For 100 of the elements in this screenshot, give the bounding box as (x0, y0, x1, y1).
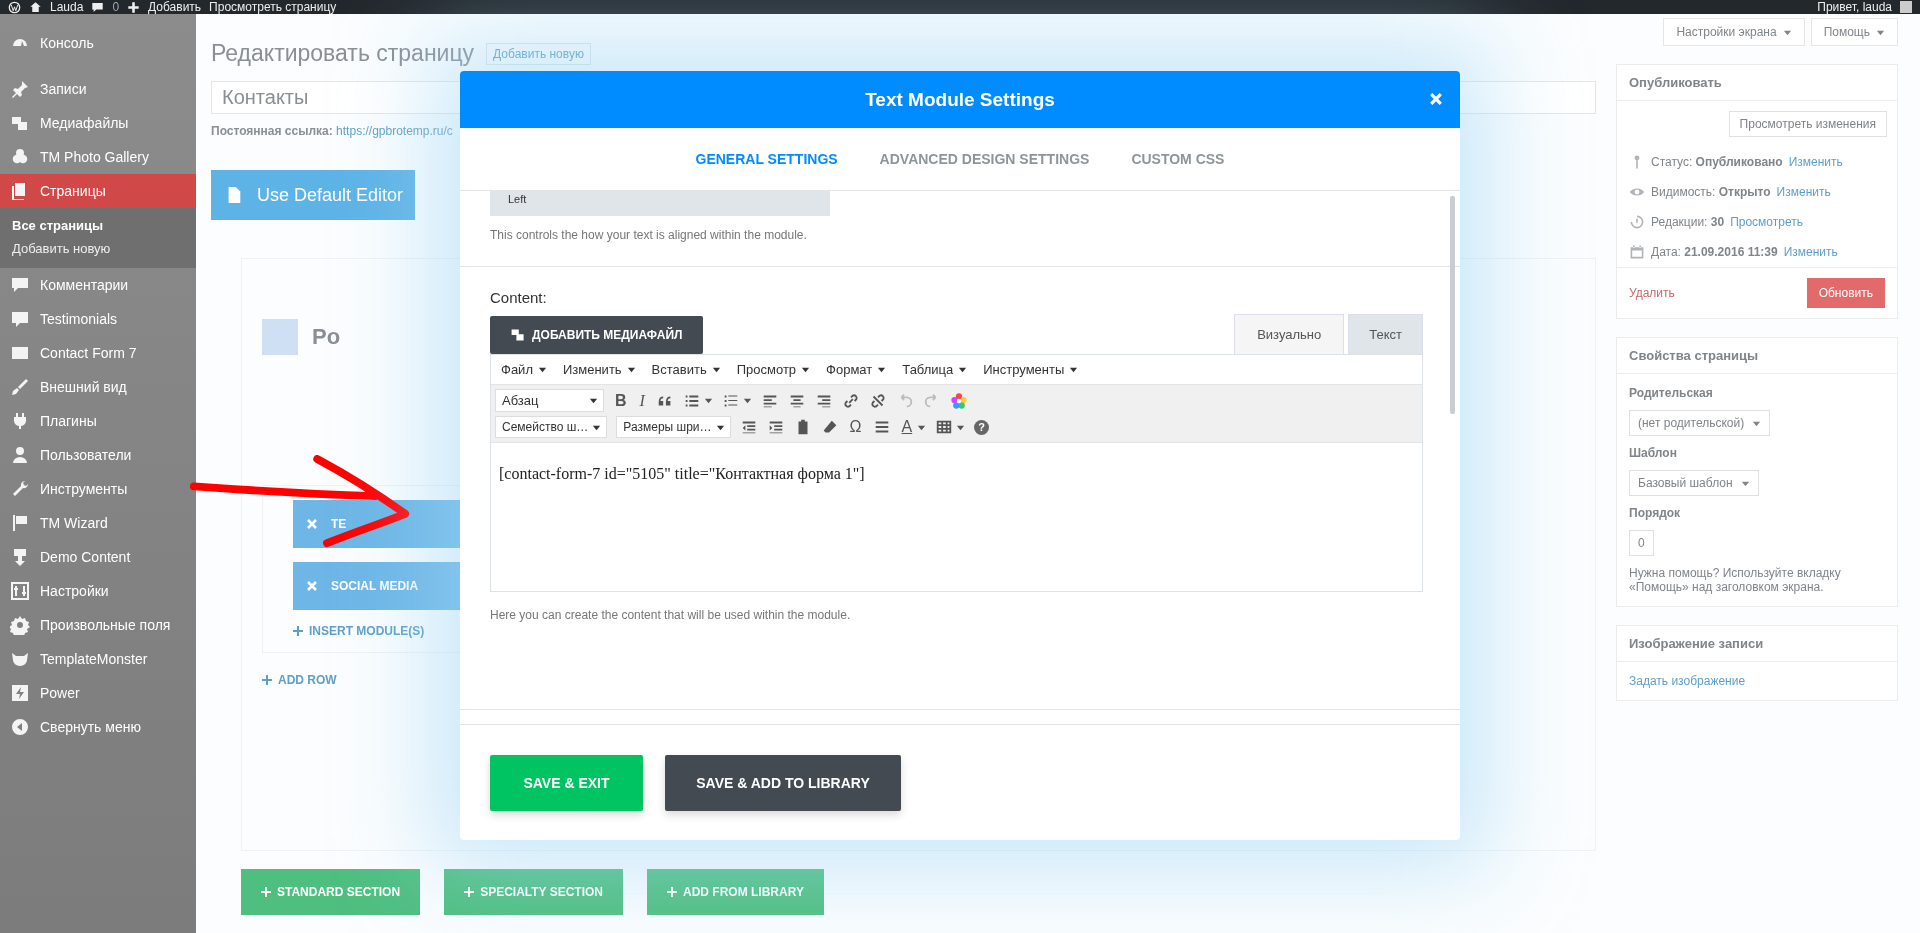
settings-tab[interactable]: CUSTOM CSS (1131, 151, 1225, 167)
alignment-select[interactable]: Left (490, 191, 830, 216)
add-media-button[interactable]: ДОБАВИТЬ МЕДИАФАЙЛ (490, 316, 703, 354)
settings-icon (10, 581, 30, 601)
screen-options-button[interactable]: Помощь (1810, 18, 1898, 46)
edit-link[interactable]: Изменить (1776, 185, 1831, 199)
default-editor-button[interactable]: Use Default Editor (211, 170, 415, 220)
table-icon[interactable] (935, 418, 954, 436)
sidebar-item[interactable]: Свернуть меню (0, 710, 196, 744)
save-button[interactable]: SAVE & EXIT (490, 754, 643, 811)
caret-icon[interactable] (1069, 365, 1079, 374)
view-page-link[interactable]: Просмотреть страницу (209, 0, 337, 14)
field-label: Content: (490, 289, 548, 306)
field-label: Шаблон (1629, 446, 1677, 460)
sidebar-item[interactable]: Настройки (0, 574, 196, 608)
permalink-link[interactable]: https://gpbrotemp.ru/c (336, 124, 453, 138)
comment-icon[interactable] (91, 0, 105, 14)
parent-select[interactable]: (нет родительской) (1629, 410, 1771, 436)
editor-menu[interactable]: Изменить (562, 362, 636, 377)
set-image-link[interactable]: Задать изображение (1629, 674, 1746, 688)
editor-tab[interactable]: Текст (1348, 314, 1423, 354)
sidebar-item[interactable]: Testimonials (0, 302, 196, 336)
sidebar-item[interactable]: TM Wizard (0, 506, 196, 540)
sidebar-item[interactable]: Комментарии (0, 268, 196, 302)
sidebar-item[interactable]: Внешний вид (0, 370, 196, 404)
editor-menu[interactable]: Формат (826, 362, 887, 377)
sidebar-item[interactable]: TemplateMonster (0, 642, 196, 676)
caret-icon[interactable] (626, 365, 636, 374)
delete-link[interactable]: Удалить (1629, 286, 1675, 300)
close-icon[interactable] (1428, 91, 1444, 107)
caret-icon[interactable] (711, 365, 721, 374)
sidebar-item[interactable]: TM Photo Gallery (0, 140, 196, 174)
add-section-button[interactable]: ADD FROM LIBRARY (647, 869, 824, 915)
wordpress-logo-icon[interactable] (8, 0, 21, 14)
sidebar-item[interactable]: Contact Form 7 (0, 336, 196, 370)
caret-icon[interactable] (958, 365, 968, 374)
flower-icon[interactable] (949, 391, 968, 410)
sidebar-item[interactable]: Demo Content (0, 540, 196, 574)
order-field[interactable]: 0 (1629, 530, 1654, 556)
plus-icon[interactable] (127, 0, 141, 14)
page-heading: Редактировать страницу (211, 40, 475, 67)
sidebar-item[interactable]: Консоль (0, 26, 196, 60)
greeting-link[interactable]: Привет, lauda (1817, 0, 1892, 14)
caret-icon[interactable] (877, 365, 887, 374)
sidebar-item[interactable]: Медиафайлы (0, 106, 196, 140)
module-title: Po (312, 324, 341, 350)
screen-options-button[interactable]: Настройки экрана (1663, 18, 1805, 46)
publish-info: Видимость: Открыто (1651, 185, 1771, 199)
caret-icon[interactable] (703, 396, 713, 405)
field-label: Порядок (1629, 506, 1681, 520)
caret-icon[interactable] (537, 365, 547, 374)
preview-changes-button[interactable]: Просмотреть изменения (1728, 111, 1887, 137)
sidebar-item[interactable]: Страницы (0, 174, 196, 208)
sidebar-item[interactable]: Пользователи (0, 438, 196, 472)
caret-icon[interactable] (742, 396, 752, 405)
update-button[interactable]: Обновить (1806, 278, 1885, 308)
user-icon (10, 445, 30, 465)
settings-tab[interactable]: ADVANCED DESIGN SETTINGS (879, 151, 1090, 167)
panel-title: Свойства страницы (1629, 348, 1759, 363)
sidebar-item[interactable]: Power (0, 676, 196, 710)
submenu-item[interactable]: Все страницы (0, 214, 196, 237)
format-select[interactable]: Семейство ш… (495, 416, 608, 438)
save-button[interactable]: SAVE & ADD TO LIBRARY (665, 754, 901, 811)
editor-menu[interactable]: Вставить (651, 362, 721, 377)
editor-menu[interactable]: Просмотр (736, 362, 811, 377)
add-row-link[interactable]: ADD ROW (262, 673, 1575, 687)
editor-tab[interactable]: Визуально (1234, 314, 1345, 354)
home-icon[interactable] (29, 0, 42, 14)
scrollbar[interactable] (1450, 196, 1455, 414)
link-icon[interactable] (841, 391, 860, 410)
edit-link[interactable]: Изменить (1783, 245, 1838, 259)
comments-icon (10, 275, 30, 295)
sidebar-item[interactable]: Записи (0, 72, 196, 106)
settings-tab[interactable]: GENERAL SETTINGS (695, 151, 838, 167)
sidebar-item[interactable]: Произвольные поля (0, 608, 196, 642)
submenu-item[interactable]: Добавить новую (0, 237, 196, 260)
sidebar-item[interactable]: Инструменты (0, 472, 196, 506)
sidebar-item[interactable]: Плагины (0, 404, 196, 438)
editor-menu[interactable]: Таблица (902, 362, 968, 377)
italic-button[interactable]: I (637, 391, 647, 410)
add-section-button[interactable]: STANDARD SECTION (241, 869, 421, 915)
insert-modules-link[interactable]: INSERT MODULE(S) (293, 624, 713, 638)
add-section-button[interactable]: SPECIALTY SECTION (444, 869, 624, 915)
site-name-link[interactable]: Lauda (50, 0, 84, 14)
bold-button[interactable]: B (613, 391, 629, 410)
format-select[interactable]: Размеры шри… (616, 416, 731, 438)
format-select[interactable]: Абзац (495, 389, 604, 412)
edit-link[interactable]: Изменить (1788, 155, 1843, 169)
unlink-icon[interactable] (868, 391, 887, 410)
editor-menu[interactable]: Инструменты (983, 362, 1079, 377)
add-new-button[interactable]: Добавить новую (486, 42, 591, 65)
template-select[interactable]: Базовый шаблон (1629, 470, 1759, 496)
edit-link[interactable]: Просмотреть (1730, 215, 1803, 229)
add-new-link[interactable]: Добавить (148, 0, 202, 14)
editor-menu[interactable]: Файл (501, 362, 547, 377)
omega-button[interactable]: Ω (847, 418, 864, 436)
color-button[interactable]: A (899, 418, 915, 436)
help-button[interactable]: ? (974, 419, 990, 435)
caret-icon[interactable] (589, 396, 598, 405)
caret-icon[interactable] (801, 365, 811, 374)
